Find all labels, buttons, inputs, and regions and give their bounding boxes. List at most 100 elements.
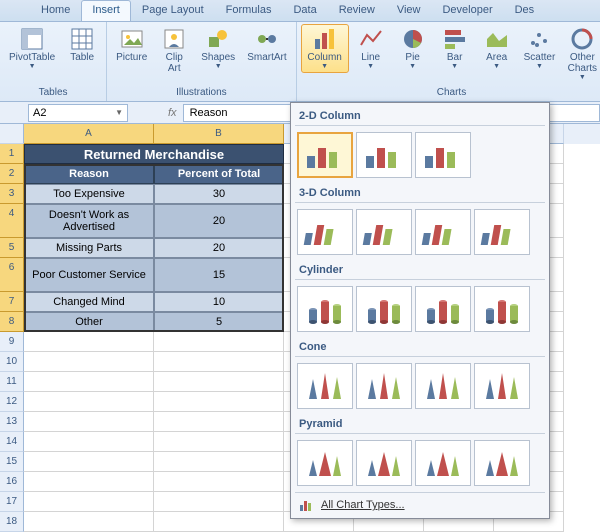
chart-type-option[interactable] — [297, 286, 353, 332]
chart-type-option[interactable] — [297, 440, 353, 486]
chart-type-option[interactable] — [356, 209, 412, 255]
cell[interactable] — [24, 332, 154, 352]
shapes-button[interactable]: Shapes▼ — [196, 24, 240, 73]
row-header-10[interactable]: 10 — [0, 352, 24, 372]
row-header-17[interactable]: 17 — [0, 492, 24, 512]
pie-chart-button[interactable]: Pie▼ — [393, 24, 433, 73]
chart-type-option[interactable] — [297, 363, 353, 409]
row-header-14[interactable]: 14 — [0, 432, 24, 452]
cell[interactable] — [24, 392, 154, 412]
cell[interactable] — [154, 332, 284, 352]
all-chart-types-link[interactable]: All Chart Types... — [321, 499, 405, 511]
chart-type-option[interactable] — [474, 363, 530, 409]
cell[interactable] — [154, 512, 284, 532]
chart-type-option[interactable] — [415, 286, 471, 332]
row-header-11[interactable]: 11 — [0, 372, 24, 392]
tab-page-layout[interactable]: Page Layout — [131, 0, 215, 21]
pivottable-button[interactable]: PivotTable▼ — [4, 24, 60, 73]
cell[interactable] — [24, 472, 154, 492]
tab-home[interactable]: Home — [30, 0, 81, 21]
clipart-icon — [162, 27, 186, 51]
chart-type-option[interactable] — [297, 132, 353, 178]
cell[interactable] — [24, 352, 154, 372]
picture-button[interactable]: Picture — [111, 24, 152, 66]
picture-icon — [120, 27, 144, 51]
cell[interactable] — [24, 452, 154, 472]
clipart-button[interactable]: ClipArt — [154, 24, 194, 77]
cell[interactable] — [154, 392, 284, 412]
cell[interactable] — [154, 412, 284, 432]
table-button[interactable]: Table — [62, 24, 102, 66]
chart-type-option[interactable] — [415, 363, 471, 409]
chart-type-option[interactable] — [415, 209, 471, 255]
chart-type-option[interactable] — [297, 209, 353, 255]
row-header-6[interactable]: 6 — [0, 258, 24, 292]
col-header-B[interactable]: B — [154, 124, 284, 144]
row-header-18[interactable]: 18 — [0, 512, 24, 532]
cell[interactable] — [154, 472, 284, 492]
cell[interactable] — [154, 352, 284, 372]
row-header-5[interactable]: 5 — [0, 238, 24, 258]
row-header-15[interactable]: 15 — [0, 452, 24, 472]
cell[interactable] — [154, 492, 284, 512]
chart-type-option[interactable] — [415, 132, 471, 178]
table-cell-reason[interactable]: Missing Parts — [24, 238, 154, 258]
row-header-4[interactable]: 4 — [0, 204, 24, 238]
pie-chart-icon — [401, 27, 425, 51]
area-chart-button[interactable]: Area▼ — [477, 24, 517, 73]
table-cell-pct[interactable]: 20 — [154, 238, 284, 258]
tab-des[interactable]: Des — [504, 0, 546, 21]
cell[interactable] — [24, 412, 154, 432]
row-header-1[interactable]: 1 — [0, 144, 24, 164]
cell[interactable] — [24, 372, 154, 392]
chart-type-option[interactable] — [356, 132, 412, 178]
chart-type-option[interactable] — [356, 363, 412, 409]
chart-type-option[interactable] — [474, 286, 530, 332]
table-cell-reason[interactable]: Doesn't Work as Advertised — [24, 204, 154, 238]
chart-type-option[interactable] — [356, 440, 412, 486]
cell[interactable] — [154, 452, 284, 472]
tab-developer[interactable]: Developer — [431, 0, 503, 21]
tab-formulas[interactable]: Formulas — [215, 0, 283, 21]
line-chart-button[interactable]: Line▼ — [351, 24, 391, 73]
smartart-button[interactable]: SmartArt — [242, 24, 291, 66]
chart-section-label: 2-D Column — [295, 107, 545, 126]
table-cell-pct[interactable]: 30 — [154, 184, 284, 204]
table-cell-reason[interactable]: Too Expensive — [24, 184, 154, 204]
row-header-7[interactable]: 7 — [0, 292, 24, 312]
chart-type-option[interactable] — [474, 440, 530, 486]
other-charts-button[interactable]: OtherCharts▼ — [562, 24, 600, 84]
fx-icon[interactable]: fx — [168, 107, 177, 119]
row-header-12[interactable]: 12 — [0, 392, 24, 412]
table-cell-pct[interactable]: 15 — [154, 258, 284, 292]
table-cell-pct[interactable]: 20 — [154, 204, 284, 238]
row-header-8[interactable]: 8 — [0, 312, 24, 332]
table-cell-pct[interactable]: 5 — [154, 312, 284, 332]
table-cell-pct[interactable]: 10 — [154, 292, 284, 312]
bar-chart-button[interactable]: Bar▼ — [435, 24, 475, 73]
chart-type-option[interactable] — [356, 286, 412, 332]
cell[interactable] — [154, 432, 284, 452]
row-header-3[interactable]: 3 — [0, 184, 24, 204]
tab-view[interactable]: View — [386, 0, 432, 21]
cell[interactable] — [154, 372, 284, 392]
row-header-13[interactable]: 13 — [0, 412, 24, 432]
column-chart-button[interactable]: Column▼ — [301, 24, 349, 73]
row-header-9[interactable]: 9 — [0, 332, 24, 352]
tab-data[interactable]: Data — [282, 0, 327, 21]
scatter-chart-button[interactable]: Scatter▼ — [519, 24, 561, 73]
name-box[interactable]: A2▼ — [28, 104, 128, 122]
table-cell-reason[interactable]: Changed Mind — [24, 292, 154, 312]
table-cell-reason[interactable]: Poor Customer Service — [24, 258, 154, 292]
chart-type-option[interactable] — [474, 209, 530, 255]
tab-insert[interactable]: Insert — [81, 0, 131, 21]
cell[interactable] — [24, 432, 154, 452]
row-header-16[interactable]: 16 — [0, 472, 24, 492]
col-header-A[interactable]: A — [24, 124, 154, 144]
tab-review[interactable]: Review — [328, 0, 386, 21]
cell[interactable] — [24, 512, 154, 532]
table-cell-reason[interactable]: Other — [24, 312, 154, 332]
row-header-2[interactable]: 2 — [0, 164, 24, 184]
chart-type-option[interactable] — [415, 440, 471, 486]
cell[interactable] — [24, 492, 154, 512]
